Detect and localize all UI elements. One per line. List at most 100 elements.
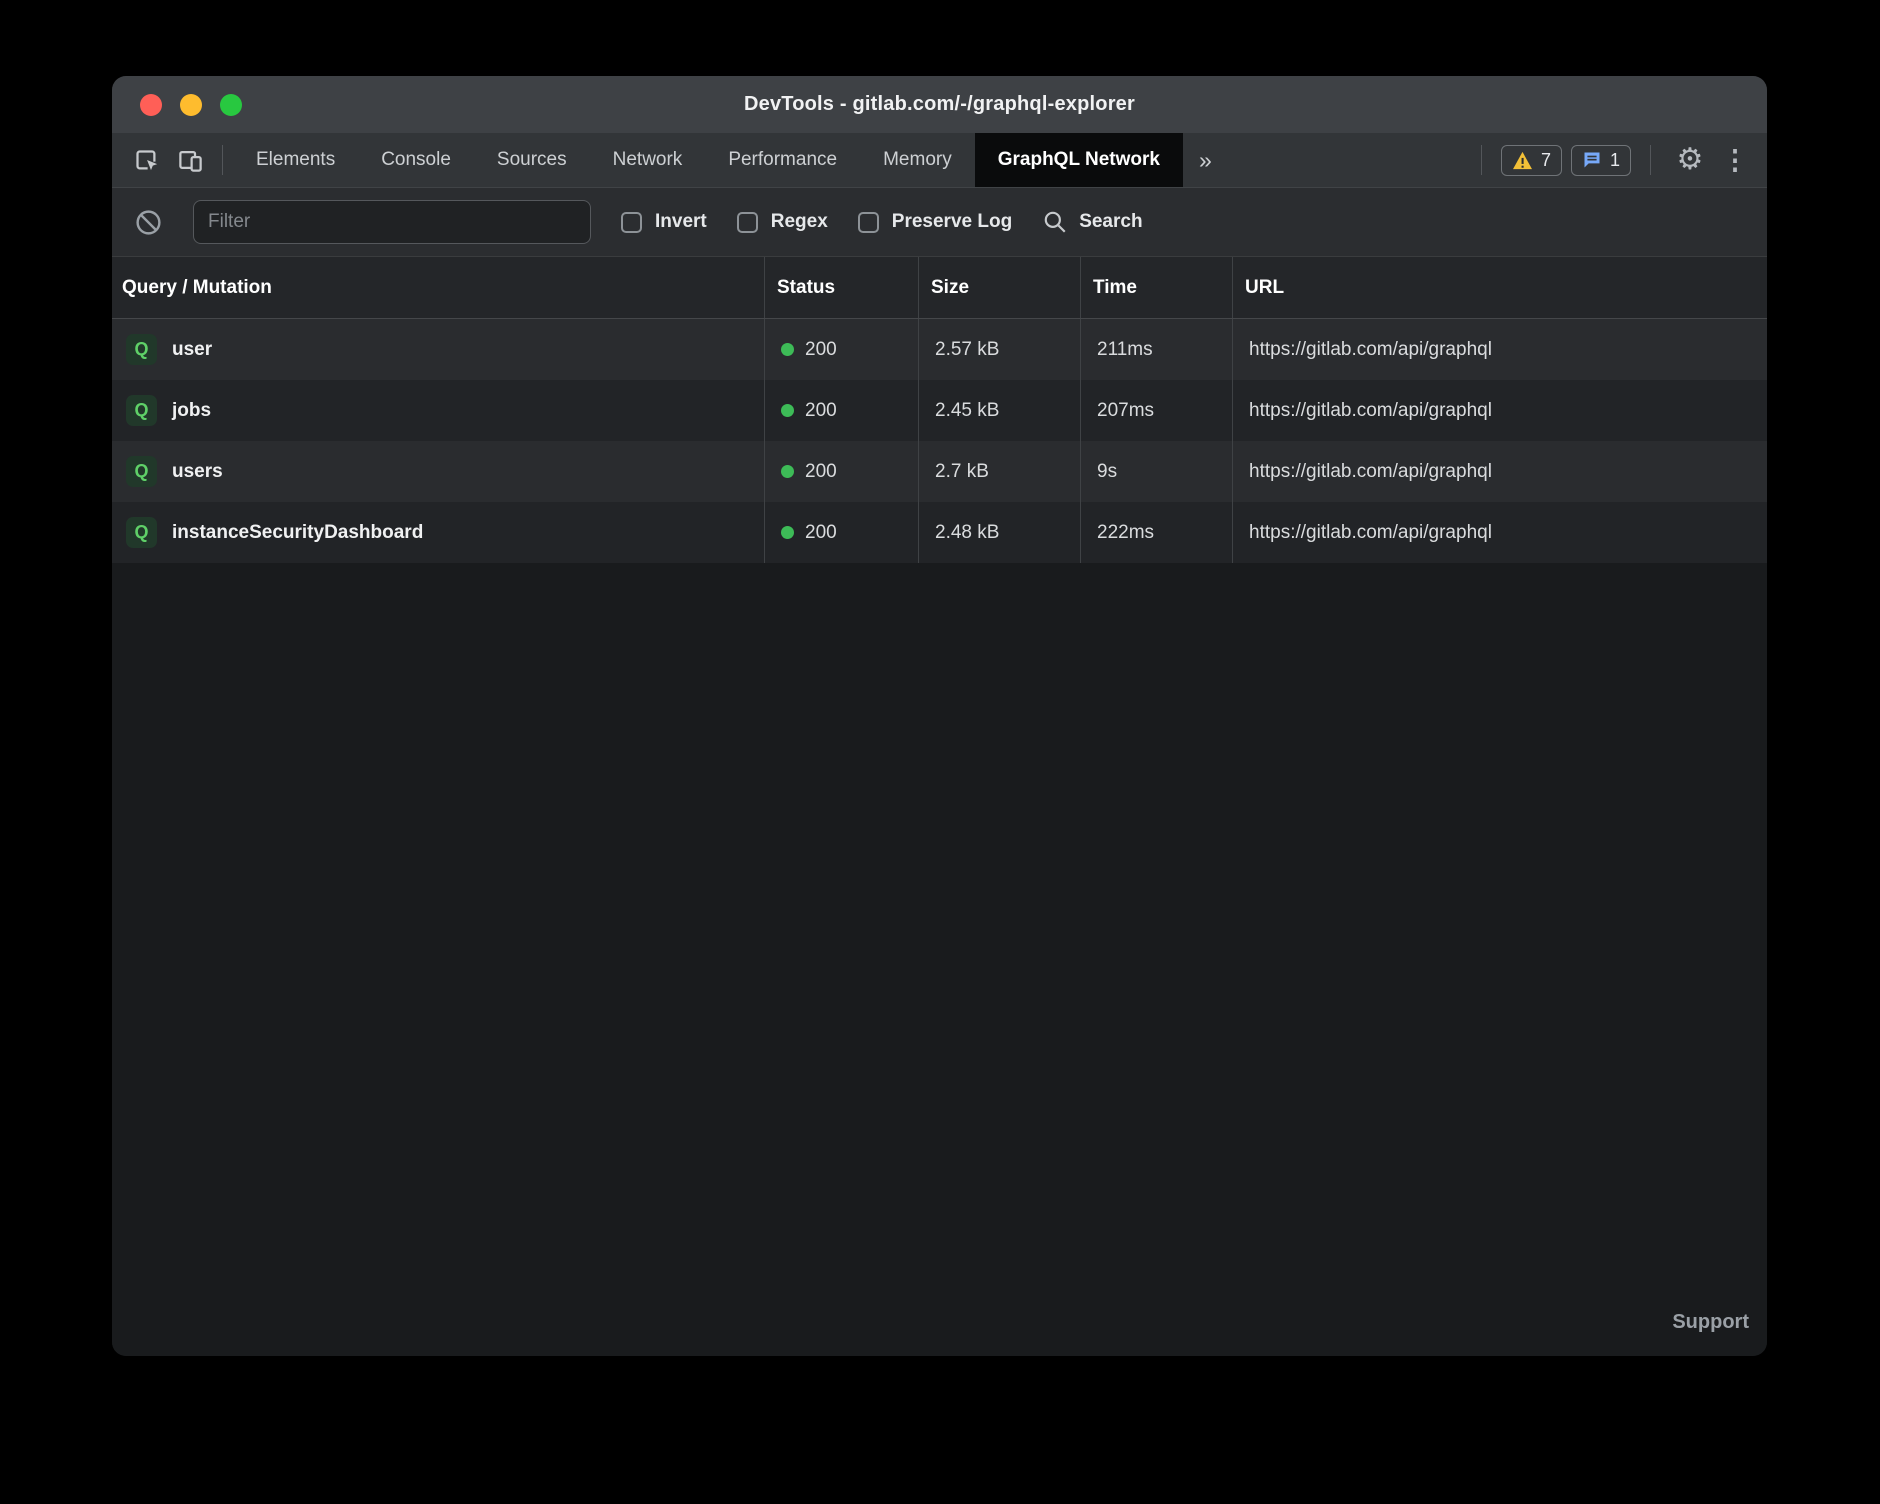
titlebar: DevTools - gitlab.com/-/graphql-explorer <box>112 76 1767 133</box>
query-badge-icon: Q <box>126 517 157 548</box>
devtools-tabbar: Elements Console Sources Network Perform… <box>112 133 1767 188</box>
more-tabs-button[interactable]: » <box>1183 133 1228 187</box>
warning-icon <box>1512 151 1533 170</box>
query-name: instanceSecurityDashboard <box>172 522 423 544</box>
size-cell: 2.45 kB <box>918 380 1080 441</box>
settings-button[interactable]: ⚙ <box>1670 145 1710 175</box>
url-cell: https://gitlab.com/api/graphql <box>1232 380 1767 441</box>
status-ok-dot-icon <box>781 404 794 417</box>
empty-content-area <box>112 563 1767 1356</box>
status-cell: 200 <box>764 319 918 380</box>
device-toolbar-button[interactable] <box>168 133 212 187</box>
status-code: 200 <box>805 461 837 483</box>
regex-label: Regex <box>771 211 828 233</box>
traffic-lights <box>140 76 242 133</box>
inspect-element-button[interactable] <box>124 133 168 187</box>
column-header-time[interactable]: Time <box>1080 257 1232 318</box>
issues-count: 1 <box>1610 150 1620 171</box>
query-cell: Q jobs <box>112 380 764 441</box>
time-cell: 9s <box>1080 441 1232 502</box>
status-code: 200 <box>805 522 837 544</box>
column-header-size[interactable]: Size <box>918 257 1080 318</box>
main-menu-button[interactable]: ⋮ <box>1719 147 1751 174</box>
kebab-menu-icon: ⋮ <box>1722 147 1749 174</box>
gear-icon: ⚙ <box>1677 145 1704 175</box>
column-header-url[interactable]: URL <box>1232 257 1767 318</box>
filterbar: Invert Regex Preserve Log Search <box>112 188 1767 257</box>
toolbar-divider <box>1650 145 1651 175</box>
filter-input[interactable] <box>193 200 591 244</box>
tab-network[interactable]: Network <box>590 133 706 187</box>
toolbar-divider <box>222 145 223 175</box>
tabbar-left-icons <box>112 133 233 187</box>
status-ok-dot-icon <box>781 465 794 478</box>
status-code: 200 <box>805 339 837 361</box>
toolbar-divider <box>1481 145 1482 175</box>
issues-icon <box>1582 150 1602 170</box>
issues-badge[interactable]: 1 <box>1571 145 1631 176</box>
status-cell: 200 <box>764 502 918 563</box>
table-row[interactable]: Q instanceSecurityDashboard 200 2.48 kB … <box>112 502 1767 563</box>
warnings-badge[interactable]: 7 <box>1501 145 1562 176</box>
url-cell: https://gitlab.com/api/graphql <box>1232 502 1767 563</box>
table-row[interactable]: Q jobs 200 2.45 kB 207ms https://gitlab.… <box>112 380 1767 441</box>
status-ok-dot-icon <box>781 343 794 356</box>
query-cell: Q user <box>112 319 764 380</box>
regex-checkbox[interactable]: Regex <box>737 211 828 233</box>
size-cell: 2.48 kB <box>918 502 1080 563</box>
toolbar-right: 7 1 ⚙ ⋮ <box>1471 133 1767 187</box>
tab-performance[interactable]: Performance <box>705 133 860 187</box>
search-button[interactable]: Search <box>1042 209 1142 235</box>
column-header-query-mutation[interactable]: Query / Mutation <box>112 257 764 318</box>
search-icon <box>1042 209 1068 235</box>
table-header-row: Query / Mutation Status Size Time URL <box>112 257 1767 319</box>
column-header-status[interactable]: Status <box>764 257 918 318</box>
zoom-window-button[interactable] <box>220 94 242 116</box>
window-title: DevTools - gitlab.com/-/graphql-explorer <box>744 93 1135 116</box>
query-name: user <box>172 339 212 361</box>
time-cell: 207ms <box>1080 380 1232 441</box>
tab-memory[interactable]: Memory <box>860 133 975 187</box>
tab-graphql-network[interactable]: GraphQL Network <box>975 133 1183 187</box>
tab-console[interactable]: Console <box>358 133 474 187</box>
tab-sources[interactable]: Sources <box>474 133 590 187</box>
status-code: 200 <box>805 400 837 422</box>
time-cell: 211ms <box>1080 319 1232 380</box>
requests-table: Query / Mutation Status Size Time URL Q … <box>112 257 1767 563</box>
block-icon <box>134 208 163 237</box>
query-cell: Q users <box>112 441 764 502</box>
query-badge-icon: Q <box>126 395 157 426</box>
checkbox-box <box>858 212 879 233</box>
checkbox-box <box>737 212 758 233</box>
size-cell: 2.57 kB <box>918 319 1080 380</box>
minimize-window-button[interactable] <box>180 94 202 116</box>
tab-elements[interactable]: Elements <box>233 133 358 187</box>
search-label: Search <box>1079 211 1142 233</box>
query-badge-icon: Q <box>126 334 157 365</box>
query-name: users <box>172 461 223 483</box>
inspect-cursor-icon <box>133 147 160 174</box>
table-row[interactable]: Q user 200 2.57 kB 211ms https://gitlab.… <box>112 319 1767 380</box>
query-name: jobs <box>172 400 211 422</box>
support-link[interactable]: Support <box>1672 1311 1749 1334</box>
invert-checkbox[interactable]: Invert <box>621 211 707 233</box>
clear-filter-button[interactable] <box>134 208 163 237</box>
url-cell: https://gitlab.com/api/graphql <box>1232 441 1767 502</box>
size-cell: 2.7 kB <box>918 441 1080 502</box>
close-window-button[interactable] <box>140 94 162 116</box>
query-badge-icon: Q <box>126 456 157 487</box>
devtools-window: DevTools - gitlab.com/-/graphql-explorer… <box>112 76 1767 1356</box>
status-cell: 200 <box>764 441 918 502</box>
checkbox-box <box>621 212 642 233</box>
query-cell: Q instanceSecurityDashboard <box>112 502 764 563</box>
device-toolbar-icon <box>177 147 204 174</box>
status-cell: 200 <box>764 380 918 441</box>
status-ok-dot-icon <box>781 526 794 539</box>
table-row[interactable]: Q users 200 2.7 kB 9s https://gitlab.com… <box>112 441 1767 502</box>
time-cell: 222ms <box>1080 502 1232 563</box>
preserve-log-checkbox[interactable]: Preserve Log <box>858 211 1012 233</box>
warning-count: 7 <box>1541 150 1551 171</box>
preserve-log-label: Preserve Log <box>892 211 1012 233</box>
url-cell: https://gitlab.com/api/graphql <box>1232 319 1767 380</box>
invert-label: Invert <box>655 211 707 233</box>
